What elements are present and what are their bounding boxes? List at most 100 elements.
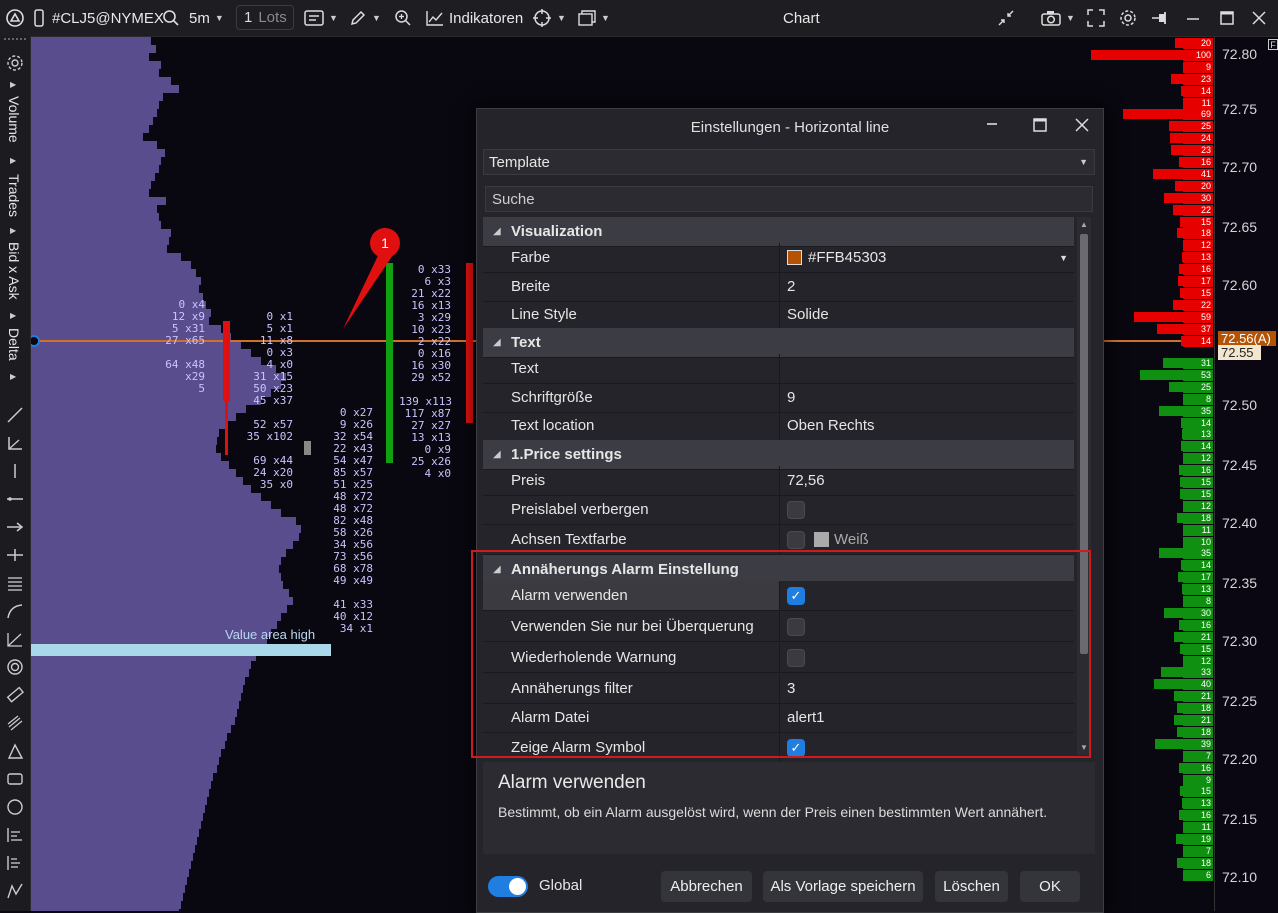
- device-icon[interactable]: [34, 0, 44, 36]
- trendline-tool-icon[interactable]: [6, 406, 24, 424]
- tab-delta[interactable]: Delta: [6, 328, 22, 361]
- description-title: Alarm verwenden: [498, 772, 646, 793]
- ok-button[interactable]: OK: [1020, 871, 1080, 902]
- xabcd-pattern-tool-icon[interactable]: [6, 882, 24, 900]
- color-picker[interactable]: #FFB45303 ▼: [779, 243, 1074, 272]
- breite-value[interactable]: 2: [779, 272, 1074, 301]
- timeframe-selector[interactable]: 5m ▼: [189, 0, 224, 36]
- row-zeige-alarm-symbol[interactable]: Zeige Alarm Symbol ✓: [483, 733, 1074, 762]
- dialog-close-icon[interactable]: [1075, 118, 1089, 137]
- line-style-value[interactable]: Solide: [779, 300, 1074, 329]
- scroll-up-icon[interactable]: ▲: [1080, 220, 1088, 229]
- zoom-in-icon[interactable]: [394, 0, 412, 36]
- template-label: Template: [489, 154, 550, 171]
- indicators-button[interactable]: Indikatoren: [426, 0, 523, 36]
- approach-filter-value[interactable]: 3: [779, 674, 1074, 703]
- gear-icon[interactable]: [1119, 0, 1137, 36]
- cross-line-tool-icon[interactable]: [6, 546, 24, 564]
- rectangle-tool-icon[interactable]: [6, 770, 24, 788]
- window-layout-icon[interactable]: ▼: [578, 0, 610, 36]
- row-annaeherungs-filter[interactable]: Annäherungs filter 3: [483, 674, 1074, 704]
- delete-button[interactable]: Löschen: [935, 871, 1008, 902]
- lots-input[interactable]: 1 Lots: [236, 5, 294, 30]
- maximize-icon[interactable]: [1220, 0, 1234, 36]
- pencil-icon[interactable]: ▼: [349, 0, 381, 36]
- volume-histogram-bar: [1164, 607, 1183, 618]
- spiral-tool-icon[interactable]: [6, 658, 24, 676]
- settings-gear-icon[interactable]: [6, 54, 24, 72]
- ellipse-tool-icon[interactable]: [6, 798, 24, 816]
- search-icon[interactable]: [162, 0, 180, 36]
- fib-extension-tool-icon[interactable]: [6, 854, 24, 872]
- row-text-location[interactable]: Text location Oben Rechts: [483, 411, 1074, 441]
- tab-trades[interactable]: Trades: [6, 174, 22, 217]
- row-alarm-verwenden[interactable]: Alarm verwenden ✓: [483, 581, 1074, 611]
- global-toggle[interactable]: [488, 876, 528, 897]
- row-preis[interactable]: Preis 72,56: [483, 466, 1074, 496]
- pin-icon[interactable]: [1151, 0, 1169, 36]
- crosshair-icon[interactable]: ▼: [532, 0, 566, 36]
- app-logo-icon[interactable]: [6, 0, 24, 36]
- text-location-value[interactable]: Oben Rechts: [779, 411, 1074, 440]
- symbol-selector[interactable]: #CLJ5@NYMEX: [52, 0, 164, 36]
- axis-color-checkbox[interactable]: [787, 530, 805, 549]
- dialog-minimize-icon[interactable]: [985, 115, 999, 134]
- curve-tool-icon[interactable]: [6, 602, 24, 620]
- shrink-icon[interactable]: [997, 0, 1015, 36]
- parallel-lines-tool-icon[interactable]: [6, 574, 24, 592]
- row-text[interactable]: Text: [483, 354, 1074, 384]
- alarm-file-value[interactable]: alert1: [779, 703, 1074, 732]
- show-alarm-symbol-checkbox[interactable]: ✓: [787, 738, 805, 757]
- volume-profile-bar: [31, 349, 251, 357]
- row-line-style[interactable]: Line Style Solide: [483, 300, 1074, 330]
- template-dropdown[interactable]: Template ▼: [483, 149, 1095, 175]
- use-alarm-checkbox[interactable]: ✓: [787, 586, 805, 605]
- chart-type-button[interactable]: ▼: [304, 0, 338, 36]
- row-nur-ueberquerung[interactable]: Verwenden Sie nur bei Überquerung: [483, 612, 1074, 642]
- scale-flag[interactable]: F: [1268, 39, 1278, 50]
- row-schriftgroesse[interactable]: Schriftgröße 9: [483, 383, 1074, 413]
- scrollbar-thumb[interactable]: [1080, 234, 1088, 654]
- row-preislabel-verbergen[interactable]: Preislabel verbergen: [483, 495, 1074, 525]
- tab-volume[interactable]: Volume: [6, 96, 22, 143]
- fib-fan-tool-icon[interactable]: [6, 630, 24, 648]
- text-value[interactable]: [779, 354, 1074, 383]
- price-scale[interactable]: 72.80 72.75 72.70 72.65 72.60 72.50 72.45 72.40…: [1183, 37, 1278, 911]
- triangle-tool-icon[interactable]: [6, 742, 24, 760]
- fib-levels-tool-icon[interactable]: [6, 826, 24, 844]
- ray-tool-icon[interactable]: [6, 518, 24, 536]
- ruler-tool-icon[interactable]: [6, 686, 25, 704]
- horizontal-line-tool-icon[interactable]: [6, 490, 24, 508]
- cancel-button[interactable]: Abbrechen: [661, 871, 752, 902]
- save-as-template-button[interactable]: Als Vorlage speichern: [763, 871, 923, 902]
- angle-tool-icon[interactable]: [6, 434, 24, 452]
- search-input[interactable]: Suche: [485, 186, 1093, 212]
- scroll-down-icon[interactable]: ▼: [1080, 743, 1088, 752]
- price-value[interactable]: 72,56: [779, 466, 1074, 495]
- dialog-maximize-icon[interactable]: [1033, 118, 1047, 137]
- font-size-value[interactable]: 9: [779, 383, 1074, 412]
- property-grid-scrollbar[interactable]: ▲ ▼: [1077, 217, 1091, 755]
- row-breite[interactable]: Breite 2: [483, 272, 1074, 302]
- volume-count-cell: 20: [1183, 38, 1213, 49]
- repeat-warning-checkbox[interactable]: [787, 648, 805, 667]
- fullscreen-icon[interactable]: [1087, 0, 1105, 36]
- minimize-icon[interactable]: [1186, 0, 1200, 36]
- row-wiederholende-warnung[interactable]: Wiederholende Warnung: [483, 643, 1074, 673]
- color-swatch[interactable]: [814, 532, 829, 547]
- toolbar-grip[interactable]: [4, 38, 26, 42]
- row-label: Achsen Textfarbe: [511, 531, 627, 548]
- vertical-line-tool-icon[interactable]: [6, 462, 24, 480]
- row-achsen-textfarbe[interactable]: Achsen Textfarbe Weiß: [483, 525, 1074, 555]
- close-icon[interactable]: [1252, 0, 1266, 36]
- row-alarm-datei[interactable]: Alarm Datei alert1: [483, 703, 1074, 733]
- camera-icon[interactable]: ▼: [1041, 0, 1075, 36]
- row-farbe[interactable]: Farbe #FFB45303 ▼: [483, 243, 1074, 273]
- channel-tool-icon[interactable]: [6, 714, 24, 732]
- tab-bid-x-ask[interactable]: Bid x Ask: [6, 242, 22, 300]
- crossing-only-checkbox[interactable]: [787, 617, 805, 636]
- volume-count-cell: 11: [1183, 822, 1213, 834]
- description-panel: Alarm verwenden Bestimmt, ob ein Alarm a…: [483, 762, 1095, 854]
- hide-price-label-checkbox[interactable]: [787, 500, 805, 519]
- volume-profile-bar: [31, 405, 246, 413]
